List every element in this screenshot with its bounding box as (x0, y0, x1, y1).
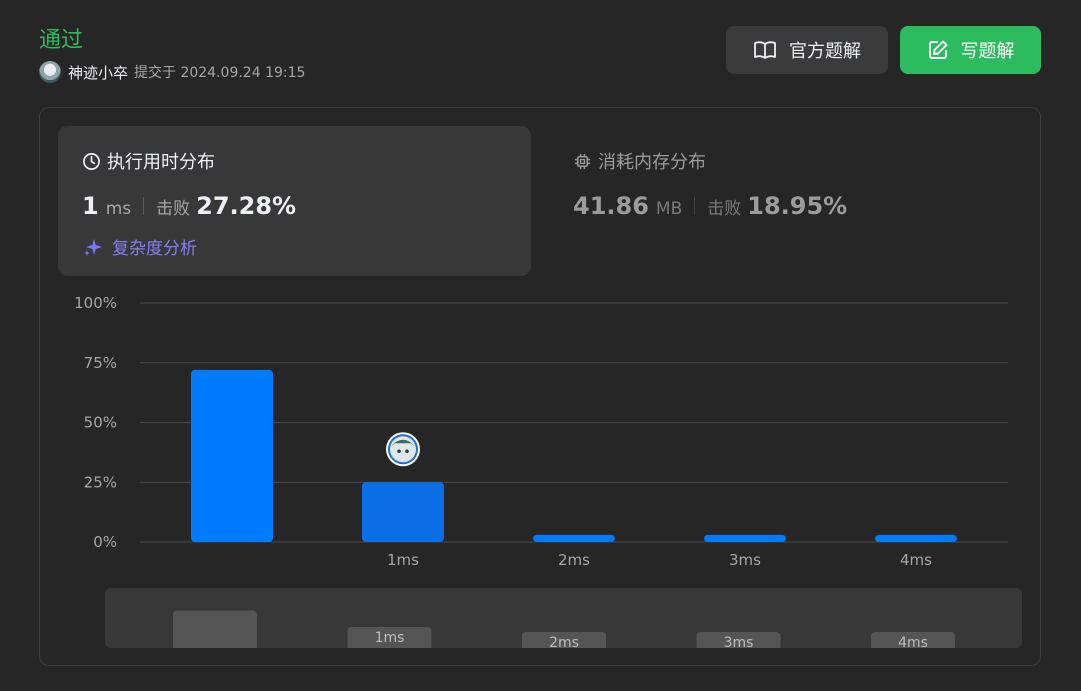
marker-eye (405, 449, 409, 454)
bar (875, 534, 957, 542)
bar (191, 369, 273, 542)
y-tick-label: 0% (93, 533, 117, 551)
y-tick-label: 25% (84, 473, 117, 491)
overview-label: 4ms (898, 635, 928, 648)
x-tick-label: 3ms (729, 551, 761, 569)
overview-bar (173, 610, 257, 648)
x-tick-label: 2ms (558, 551, 590, 569)
runtime-distribution-chart: 100% 75% 50% 25% 0% 1ms 2ms 3ms 4ms (74, 294, 1008, 569)
y-tick-label: 100% (74, 294, 117, 312)
overview-label: 2ms (549, 635, 579, 648)
marker-eye (397, 449, 401, 454)
y-tick-label: 50% (84, 414, 117, 432)
chart-overview-brush[interactable]: 1ms 2ms 3ms 4ms (105, 588, 1022, 648)
x-tick-label: 4ms (900, 551, 932, 569)
bar (362, 482, 444, 542)
overview-label: 1ms (375, 630, 405, 646)
bar (533, 534, 615, 542)
overview-chart: 1ms 2ms 3ms 4ms (173, 610, 955, 648)
y-tick-label: 75% (84, 354, 117, 372)
x-tick-label: 1ms (387, 551, 419, 569)
bar (704, 534, 786, 542)
overview-label: 3ms (724, 635, 754, 648)
user-marker-avatar (386, 432, 420, 467)
